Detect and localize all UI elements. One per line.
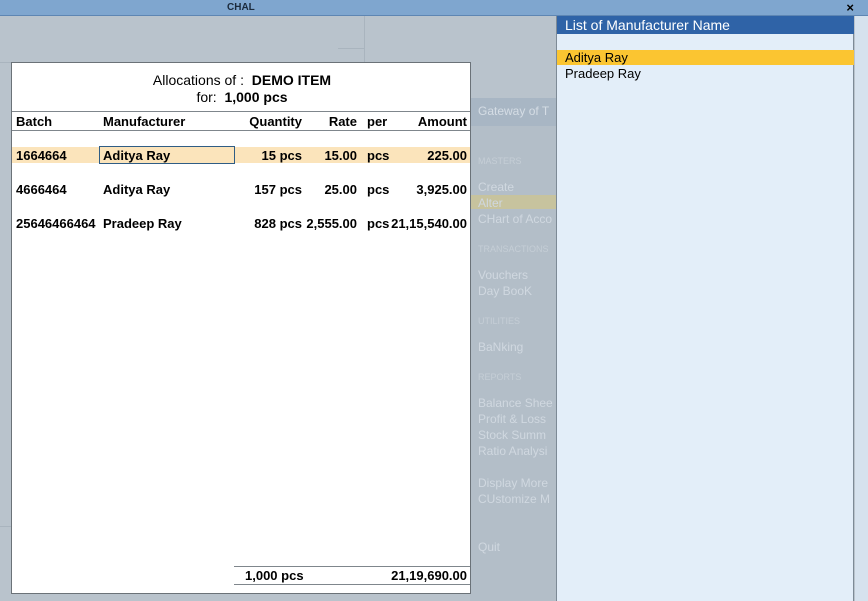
manufacturer-cell[interactable]: Aditya Ray [103,182,170,197]
gateway-item-vouchers[interactable]: Vouchers [478,268,528,282]
quantity-cell[interactable]: 828 pcs [254,216,302,231]
for-quantity: 1,000 pcs [224,89,288,105]
per-cell[interactable]: pcs [367,148,389,163]
quantity-cell[interactable]: 157 pcs [254,182,302,197]
total-quantity: 1,000 pcs [245,568,304,583]
gateway-item-day-book[interactable]: Day BooK [478,284,532,298]
list-item[interactable]: Aditya Ray [557,50,854,65]
background-divider [0,526,11,527]
gateway-item-display-more[interactable]: Display More [478,476,548,490]
amount-cell[interactable]: 21,15,540.00 [391,216,467,231]
column-header-amount: Amount [417,114,467,129]
batch-cell[interactable]: 1664664 [16,148,67,163]
background-divider [338,48,364,49]
per-cell[interactable]: pcs [367,216,389,231]
for-label: for: [196,89,217,105]
table-header: Batch Manufacturer Quantity Rate per Amo… [12,111,470,131]
manufacturer-cell[interactable]: Pradeep Ray [103,216,182,231]
gateway-item-create[interactable]: Create [478,180,514,194]
amount-cell[interactable]: 3,925.00 [416,182,467,197]
column-header-batch: Batch [16,114,53,129]
title-bar: CHAL × [0,0,868,16]
rate-cell[interactable]: 2,555.00 [306,216,357,231]
rate-cell[interactable]: 25.00 [324,182,357,197]
background-divider [364,16,365,62]
total-amount: 21,19,690.00 [391,568,467,583]
table-row[interactable]: 4666464 Aditya Ray 157 pcs 25.00 pcs 3,9… [12,181,470,197]
allocations-for: for: 1,000 pcs [12,89,472,105]
column-header-quantity: Quantity [249,114,302,129]
gateway-item-stock-summary[interactable]: Stock Summ [478,428,546,442]
manufacturer-cell[interactable]: Aditya Ray [103,148,170,163]
item-name: DEMO ITEM [251,72,332,88]
gateway-heading-transactions: TRANSACTIONS [478,244,549,254]
right-margin [855,16,868,601]
gateway-panel: Gateway of T MASTERS Create Alter CHart … [470,98,556,601]
total-divider [234,584,470,585]
gateway-item-chart-of-accounts[interactable]: CHart of Acco [478,212,552,226]
allocations-panel: Allocations of : DEMO ITEM for: 1,000 pc… [11,62,471,594]
gateway-item-quit[interactable]: Quit [478,540,500,554]
column-header-rate: Rate [328,114,357,129]
gateway-heading-masters: MASTERS [478,156,522,166]
window-title: CHAL [227,2,255,13]
gateway-item-ratio-analysis[interactable]: Ratio Analysi [478,444,547,458]
gateway-item-alter[interactable]: Alter [478,196,503,210]
table-row[interactable]: 1664664 Aditya Ray 15 pcs 15.00 pcs 225.… [12,146,470,164]
list-item[interactable]: Pradeep Ray [557,66,854,81]
column-header-manufacturer: Manufacturer [103,114,186,129]
total-divider [234,566,470,567]
gateway-item-balance-sheet[interactable]: Balance Shee [478,396,553,410]
allocations-title-label: Allocations of : [152,72,244,88]
column-header-per: per [367,114,388,129]
batch-cell[interactable]: 4666464 [16,182,67,197]
gateway-title: Gateway of T [470,98,556,126]
background-divider [0,62,11,63]
gateway-heading-reports: REPORTS [478,372,522,382]
batch-cell[interactable]: 25646466464 [16,216,96,231]
gateway-item-profit-loss[interactable]: Profit & Loss [478,412,546,426]
gateway-heading-utilities: UTILITIES [478,316,521,326]
gateway-item-banking[interactable]: BaNking [478,340,523,354]
table-row[interactable]: 25646466464 Pradeep Ray 828 pcs 2,555.00… [12,215,470,231]
gateway-item-customize[interactable]: CUstomize M [478,492,550,506]
manufacturer-list-title: List of Manufacturer Name [557,16,854,34]
per-cell[interactable]: pcs [367,182,389,197]
manufacturer-list-panel: List of Manufacturer Name Aditya Ray Pra… [556,16,854,601]
close-icon[interactable]: × [846,0,854,16]
quantity-cell[interactable]: 15 pcs [262,148,302,163]
allocations-title: Allocations of : DEMO ITEM [12,72,472,88]
rate-cell[interactable]: 15.00 [324,148,357,163]
amount-cell[interactable]: 225.00 [427,148,467,163]
